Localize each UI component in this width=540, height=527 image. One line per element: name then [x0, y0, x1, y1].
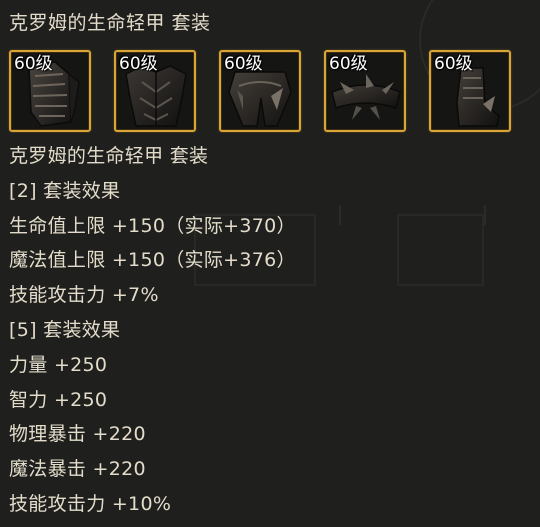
set-title: 克罗姆的生命轻甲 套装	[9, 12, 211, 34]
item-level-label: 60级	[434, 54, 473, 74]
item-set-tooltip: 克罗姆的生命轻甲 套装 60级 60级 60级 60级 60级 克罗姆的生命轻甲…	[0, 0, 540, 527]
stat-skill-attack-2: 技能攻击力 +7%	[9, 284, 159, 307]
item-level-label: 60级	[329, 54, 368, 74]
item-level-label: 60级	[119, 54, 158, 74]
stat-mp-max: 魔法值上限 +150（实际+376）	[9, 249, 296, 272]
stat-physical-crit: 物理暴击 +220	[9, 423, 146, 446]
set-item-slots: 60级 60级 60级 60级 60级	[9, 50, 539, 132]
stat-hp-max: 生命值上限 +150（实际+370）	[9, 214, 296, 237]
item-level-label: 60级	[14, 54, 53, 74]
set-item-slot-5[interactable]: 60级	[429, 50, 511, 132]
set-item-slot-2[interactable]: 60级	[114, 50, 196, 132]
stat-strength: 力量 +250	[9, 353, 108, 376]
set-name-line: 克罗姆的生命轻甲 套装	[9, 145, 209, 167]
item-level-label: 60级	[224, 54, 263, 74]
set-bonus-2-header: [2] 套装效果	[9, 179, 121, 202]
set-item-slot-1[interactable]: 60级	[9, 50, 91, 132]
set-details: 克罗姆的生命轻甲 套装 [2] 套装效果 生命值上限 +150（实际+370） …	[9, 143, 296, 526]
stat-magic-crit: 魔法暴击 +220	[9, 458, 146, 481]
stat-skill-attack-5: 技能攻击力 +10%	[9, 492, 172, 515]
stat-intelligence: 智力 +250	[9, 388, 108, 411]
set-item-slot-3[interactable]: 60级	[219, 50, 301, 132]
set-item-slot-4[interactable]: 60级	[324, 50, 406, 132]
set-bonus-5-header: [5] 套装效果	[9, 318, 121, 341]
